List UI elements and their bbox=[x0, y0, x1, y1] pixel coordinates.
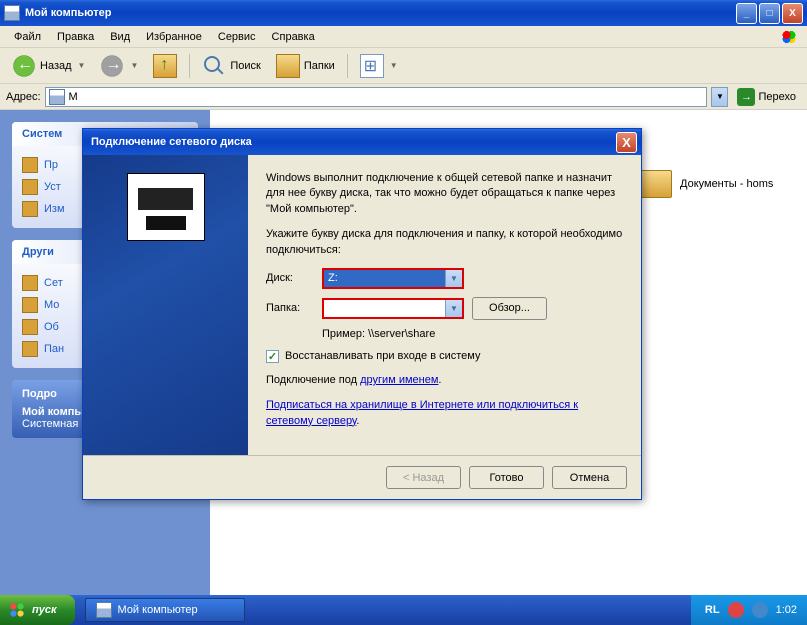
dialog-titlebar[interactable]: Подключение сетевого диска X bbox=[83, 129, 641, 155]
go-label: Перехо bbox=[758, 91, 796, 103]
start-button[interactable]: пуск bbox=[0, 595, 75, 625]
minimize-button[interactable]: _ bbox=[736, 3, 757, 24]
tray-icon[interactable] bbox=[728, 602, 744, 618]
folder-label: Папка: bbox=[266, 302, 322, 314]
my-computer-icon bbox=[96, 602, 112, 618]
window-titlebar: Мой компьютер _ □ X bbox=[0, 0, 807, 26]
place-icon bbox=[22, 319, 38, 335]
address-input[interactable]: М bbox=[45, 87, 708, 107]
system-tasks-header: Систем bbox=[22, 128, 62, 140]
folder-icon bbox=[640, 170, 672, 198]
folder-item[interactable]: Документы - homs bbox=[640, 170, 773, 198]
back-button[interactable]: Назад ▼ bbox=[6, 50, 91, 82]
drive-label: Диск: bbox=[266, 272, 322, 284]
close-button[interactable]: X bbox=[782, 3, 803, 24]
taskbar-item[interactable]: Мой компьютер bbox=[85, 598, 245, 622]
separator bbox=[347, 54, 348, 78]
window-title: Мой компьютер bbox=[25, 7, 736, 19]
search-button[interactable]: Поиск bbox=[196, 50, 266, 82]
menu-view[interactable]: Вид bbox=[102, 28, 138, 46]
task-icon bbox=[22, 157, 38, 173]
back-button: < Назад bbox=[386, 466, 461, 489]
toolbar: Назад ▼ ▼ Поиск Папки ▼ bbox=[0, 48, 807, 84]
address-label: Адрес: bbox=[6, 91, 41, 103]
task-icon bbox=[22, 179, 38, 195]
back-label: Назад bbox=[40, 60, 72, 72]
my-computer-icon bbox=[4, 5, 20, 21]
address-bar: Адрес: М ▼ → Перехо bbox=[0, 84, 807, 110]
folders-label: Папки bbox=[304, 60, 335, 72]
drive-value: Z: bbox=[328, 272, 338, 284]
start-label: пуск bbox=[32, 604, 57, 616]
go-button[interactable]: → Перехо bbox=[732, 86, 801, 108]
forward-button[interactable]: ▼ bbox=[94, 50, 144, 82]
reconnect-label: Восстанавливать при входе в систему bbox=[285, 350, 480, 362]
example-text: Пример: \\server\share bbox=[322, 328, 623, 340]
separator bbox=[189, 54, 190, 78]
my-computer-icon bbox=[49, 89, 65, 105]
menu-favorites[interactable]: Избранное bbox=[138, 28, 210, 46]
chevron-down-icon: ▼ bbox=[445, 300, 462, 317]
address-value: М bbox=[69, 91, 78, 103]
maximize-button[interactable]: □ bbox=[759, 3, 780, 24]
place-icon bbox=[22, 275, 38, 291]
clock[interactable]: 1:02 bbox=[776, 604, 797, 616]
menu-tools[interactable]: Сервис bbox=[210, 28, 264, 46]
other-places-header: Други bbox=[22, 246, 54, 258]
menu-edit[interactable]: Правка bbox=[49, 28, 102, 46]
dialog-sidebar bbox=[83, 155, 248, 455]
windows-logo-icon bbox=[777, 27, 801, 47]
folder-up-icon bbox=[153, 54, 177, 78]
folder-select[interactable]: ▼ bbox=[322, 298, 464, 319]
taskbar: пуск Мой компьютер RL 1:02 bbox=[0, 595, 807, 625]
menu-help[interactable]: Справка bbox=[264, 28, 323, 46]
reconnect-checkbox[interactable]: ✓ Восстанавливать при входе в систему bbox=[266, 350, 623, 363]
folders-button[interactable]: Папки bbox=[270, 50, 341, 82]
views-icon bbox=[360, 54, 384, 78]
search-label: Поиск bbox=[230, 60, 260, 72]
finish-button[interactable]: Готово bbox=[469, 466, 544, 489]
signup-storage-link[interactable]: Подписаться на хранилище в Интернете или… bbox=[266, 399, 578, 426]
network-drive-icon bbox=[127, 173, 205, 241]
menu-bar: Файл Правка Вид Избранное Сервис Справка bbox=[0, 26, 807, 48]
back-icon bbox=[12, 54, 36, 78]
map-network-drive-dialog: Подключение сетевого диска X Windows вып… bbox=[82, 128, 642, 500]
windows-logo-icon bbox=[8, 601, 26, 619]
folders-icon bbox=[276, 54, 300, 78]
address-dropdown-button[interactable]: ▼ bbox=[711, 87, 728, 107]
dialog-main: Windows выполнит подключение к общей сет… bbox=[248, 155, 641, 455]
dialog-intro-text: Windows выполнит подключение к общей сет… bbox=[266, 171, 623, 217]
chevron-down-icon: ▼ bbox=[390, 61, 398, 70]
drive-select[interactable]: Z: ▼ bbox=[322, 268, 464, 289]
cancel-button[interactable]: Отмена bbox=[552, 466, 627, 489]
connect-as-text: Подключение под другим именем. bbox=[266, 373, 623, 388]
dialog-button-row: < Назад Готово Отмена bbox=[83, 455, 641, 499]
chevron-down-icon: ▼ bbox=[445, 270, 462, 287]
up-button[interactable] bbox=[147, 50, 183, 82]
place-icon bbox=[22, 341, 38, 357]
dialog-instruction-text: Укажите букву диска для подключения и па… bbox=[266, 227, 623, 258]
browse-button[interactable]: Обзор... bbox=[472, 297, 547, 320]
folder-label: Документы - homs bbox=[680, 178, 773, 190]
menu-file[interactable]: Файл bbox=[6, 28, 49, 46]
language-indicator[interactable]: RL bbox=[705, 604, 720, 616]
dialog-close-button[interactable]: X bbox=[616, 132, 637, 153]
go-icon: → bbox=[737, 88, 755, 106]
tray-icon[interactable] bbox=[752, 602, 768, 618]
place-icon bbox=[22, 297, 38, 313]
chevron-down-icon: ▼ bbox=[78, 61, 86, 70]
views-button[interactable]: ▼ bbox=[354, 50, 404, 82]
checkbox-icon: ✓ bbox=[266, 350, 279, 363]
task-icon bbox=[22, 201, 38, 217]
system-tray: RL 1:02 bbox=[691, 595, 807, 625]
taskbar-item-label: Мой компьютер bbox=[118, 604, 198, 616]
search-icon bbox=[202, 54, 226, 78]
different-user-link[interactable]: другим именем bbox=[360, 374, 438, 386]
dialog-title: Подключение сетевого диска bbox=[87, 136, 616, 148]
forward-icon bbox=[100, 54, 124, 78]
chevron-down-icon: ▼ bbox=[130, 61, 138, 70]
